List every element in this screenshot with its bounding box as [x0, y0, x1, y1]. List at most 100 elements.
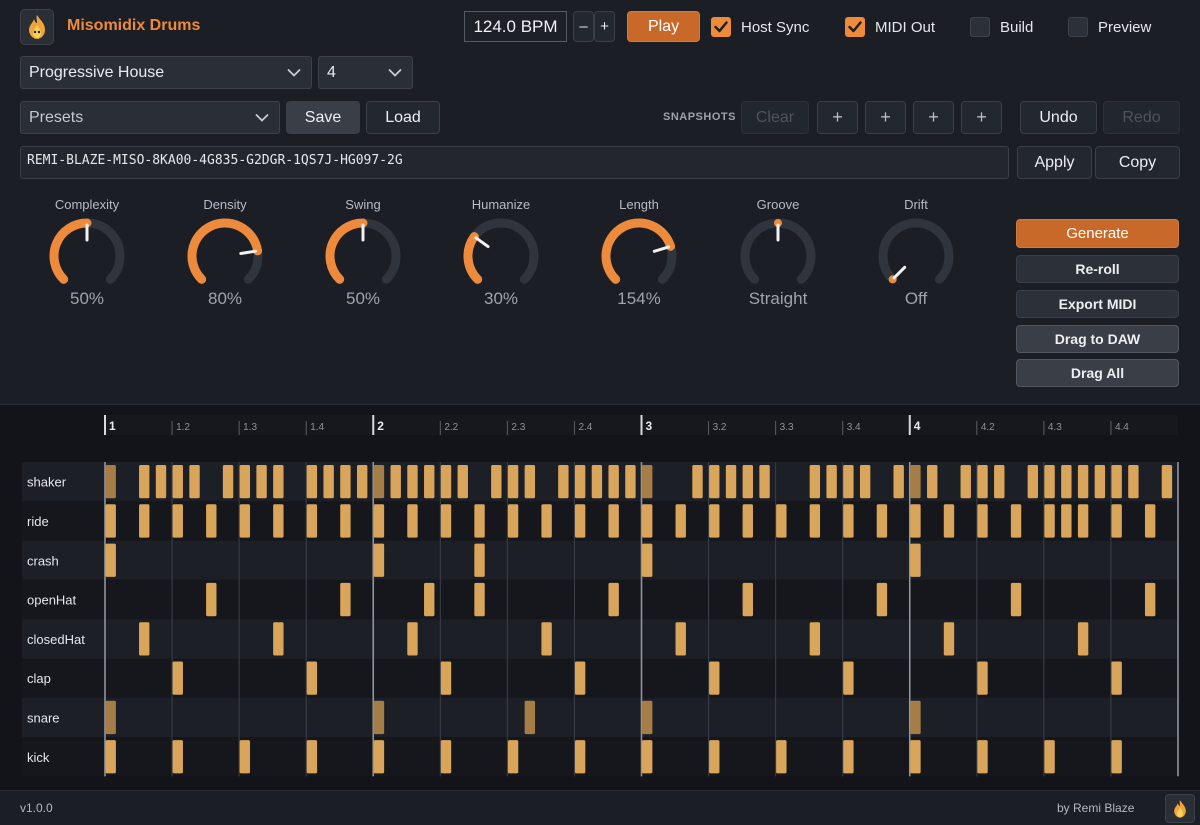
note-shaker[interactable]: [608, 465, 619, 499]
note-shaker[interactable]: [692, 465, 703, 499]
note-shaker[interactable]: [843, 465, 854, 499]
note-ride[interactable]: [273, 504, 284, 538]
note-ride[interactable]: [373, 504, 385, 538]
note-kick[interactable]: [306, 740, 318, 774]
note-shaker[interactable]: [977, 465, 988, 499]
sequencer-grid[interactable]: 1 1.2 1.3 1.4 2 2.2 2.3 2.4 3 3.2 3.3 3.4 4 4.2 4.3 4.4…: [0, 405, 1200, 791]
note-shaker[interactable]: [1094, 465, 1106, 499]
note-clap[interactable]: [709, 661, 720, 695]
note-shaker[interactable]: [574, 465, 586, 499]
bpm-increase-button[interactable]: +: [594, 11, 615, 42]
note-snare[interactable]: [642, 700, 653, 735]
note-shaker[interactable]: [642, 465, 653, 499]
note-shaker[interactable]: [1111, 465, 1122, 499]
knob-dial[interactable]: [728, 215, 828, 295]
knob-dial[interactable]: [866, 215, 966, 295]
note-shaker[interactable]: [591, 465, 603, 499]
note-shaker[interactable]: [306, 465, 318, 499]
note-kick[interactable]: [709, 740, 720, 774]
snapshot-slot-2-button[interactable]: +: [865, 101, 906, 134]
note-closedHat[interactable]: [1077, 622, 1089, 656]
checkbox-checked[interactable]: [711, 17, 731, 37]
note-ride[interactable]: [239, 504, 251, 538]
note-kick[interactable]: [507, 740, 519, 774]
note-kick[interactable]: [776, 740, 787, 774]
note-shaker[interactable]: [407, 465, 418, 499]
note-ride[interactable]: [507, 504, 519, 538]
toggle-midi-out[interactable]: MIDI Out: [845, 17, 935, 37]
note-clap[interactable]: [843, 661, 854, 695]
presets-select[interactable]: Presets: [20, 101, 280, 134]
note-ride[interactable]: [843, 504, 854, 538]
knob-dial[interactable]: [451, 215, 551, 295]
note-ride[interactable]: [139, 504, 150, 538]
note-openHat[interactable]: [1010, 582, 1022, 617]
note-ride[interactable]: [1044, 504, 1055, 538]
note-closedHat[interactable]: [273, 622, 284, 656]
note-openHat[interactable]: [340, 582, 351, 617]
note-shaker[interactable]: [893, 465, 904, 499]
note-crash[interactable]: [105, 543, 116, 577]
checkbox-checked[interactable]: [845, 17, 865, 37]
note-ride[interactable]: [1010, 504, 1022, 538]
generate-button[interactable]: Generate: [1016, 219, 1179, 248]
note-openHat[interactable]: [876, 582, 888, 617]
note-openHat[interactable]: [424, 582, 435, 617]
note-openHat[interactable]: [206, 582, 217, 617]
copy-seed-button[interactable]: Copy: [1095, 146, 1180, 179]
note-clap[interactable]: [440, 661, 452, 695]
note-clap[interactable]: [172, 661, 183, 695]
note-shaker[interactable]: [1061, 465, 1072, 499]
note-ride[interactable]: [943, 504, 955, 538]
note-shaker[interactable]: [273, 465, 284, 499]
toggle-build[interactable]: Build: [970, 17, 1033, 37]
note-shaker[interactable]: [1027, 465, 1039, 499]
note-kick[interactable]: [977, 740, 988, 774]
note-shaker[interactable]: [390, 465, 401, 499]
note-openHat[interactable]: [1144, 582, 1156, 617]
note-snare[interactable]: [910, 700, 921, 735]
note-shaker[interactable]: [139, 465, 150, 499]
note-shaker[interactable]: [960, 465, 971, 499]
note-ride[interactable]: [105, 504, 116, 538]
note-shaker[interactable]: [189, 465, 200, 499]
note-openHat[interactable]: [474, 582, 485, 617]
note-ride[interactable]: [306, 504, 318, 538]
note-shaker[interactable]: [457, 465, 468, 499]
toggle-preview[interactable]: Preview: [1068, 17, 1151, 37]
note-crash[interactable]: [474, 543, 485, 577]
note-kick[interactable]: [910, 740, 921, 774]
note-shaker[interactable]: [222, 465, 234, 499]
note-kick[interactable]: [440, 740, 452, 774]
bars-select[interactable]: 4: [318, 56, 413, 89]
note-ride[interactable]: [206, 504, 217, 538]
note-crash[interactable]: [910, 543, 921, 577]
note-closedHat[interactable]: [541, 622, 552, 656]
note-kick[interactable]: [1044, 740, 1055, 774]
note-ride[interactable]: [675, 504, 686, 538]
note-shaker[interactable]: [491, 465, 502, 499]
note-snare[interactable]: [105, 700, 116, 735]
note-kick[interactable]: [172, 740, 183, 774]
note-shaker[interactable]: [558, 465, 569, 499]
note-kick[interactable]: [373, 740, 385, 774]
note-shaker[interactable]: [356, 465, 368, 499]
note-ride[interactable]: [910, 504, 921, 538]
knob-dial[interactable]: [37, 215, 137, 295]
note-closedHat[interactable]: [943, 622, 955, 656]
play-button[interactable]: Play: [627, 11, 700, 42]
note-closedHat[interactable]: [675, 622, 686, 656]
note-shaker[interactable]: [105, 465, 116, 499]
export-midi-button[interactable]: Export MIDI: [1016, 290, 1179, 318]
note-kick[interactable]: [574, 740, 586, 774]
note-ride[interactable]: [440, 504, 452, 538]
note-shaker[interactable]: [759, 465, 770, 499]
note-shaker[interactable]: [256, 465, 267, 499]
note-shaker[interactable]: [809, 465, 821, 499]
note-shaker[interactable]: [1077, 465, 1089, 499]
note-shaker[interactable]: [1044, 465, 1055, 499]
knob-dial[interactable]: [313, 215, 413, 295]
save-preset-button[interactable]: Save: [286, 101, 360, 134]
drag-all-button[interactable]: Drag All: [1016, 359, 1179, 387]
note-ride[interactable]: [1077, 504, 1089, 538]
